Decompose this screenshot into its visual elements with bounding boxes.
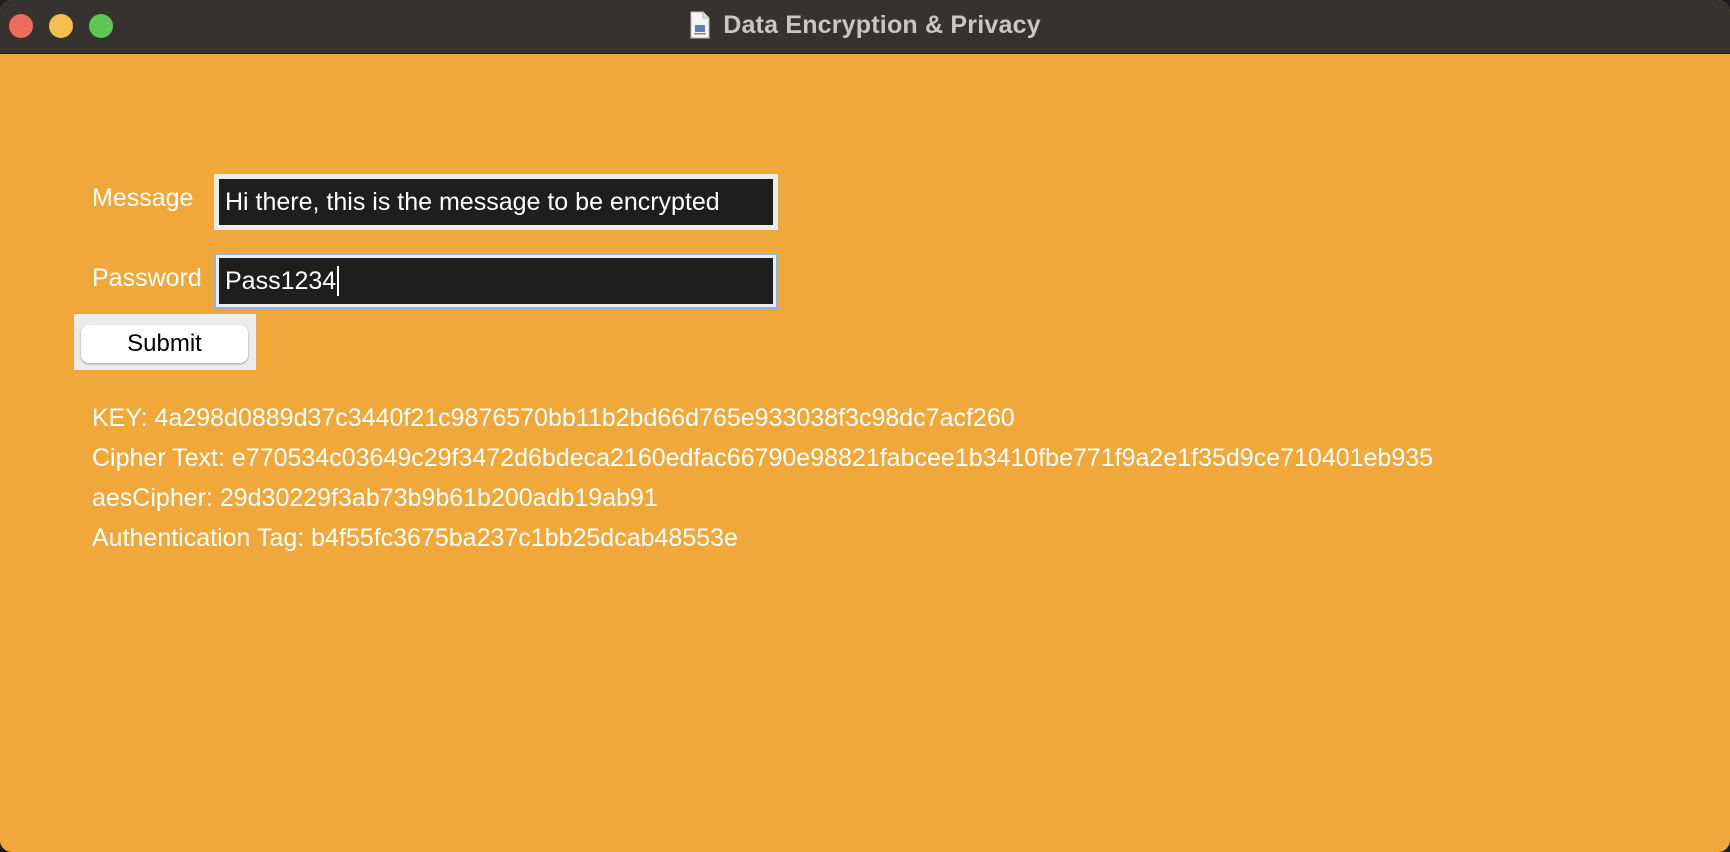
text-caret (337, 266, 340, 296)
password-input-value: Pass1234 (225, 266, 337, 295)
document-icon (689, 11, 711, 39)
app-window: Data Encryption & Privacy Message Hi the… (0, 0, 1730, 852)
main-content: Message Hi there, this is the message to… (0, 54, 1730, 852)
submit-button-frame: Submit (74, 314, 256, 370)
title-container: Data Encryption & Privacy (0, 0, 1730, 50)
aes-cipher-output: aesCipher: 29d30229f3ab73b9b61b200adb19a… (92, 484, 658, 512)
password-input[interactable]: Pass1234 (219, 258, 773, 304)
message-field-frame: Hi there, this is the message to be encr… (214, 174, 778, 230)
message-input[interactable]: Hi there, this is the message to be encr… (219, 179, 773, 225)
auth-tag-output: Authentication Tag: b4f55fc3675ba237c1bb… (92, 524, 738, 552)
password-field-frame: Pass1234 (214, 253, 778, 309)
window-title: Data Encryption & Privacy (723, 10, 1041, 39)
title-bar[interactable]: Data Encryption & Privacy (0, 0, 1730, 54)
message-label: Message (92, 184, 194, 212)
message-input-value: Hi there, this is the message to be encr… (225, 187, 720, 216)
submit-button[interactable]: Submit (81, 325, 248, 363)
key-output: KEY: 4a298d0889d37c3440f21c9876570bb11b2… (92, 404, 1015, 432)
password-label: Password (92, 264, 202, 292)
cipher-text-output: Cipher Text: e770534c03649c29f3472d6bdec… (92, 444, 1434, 472)
